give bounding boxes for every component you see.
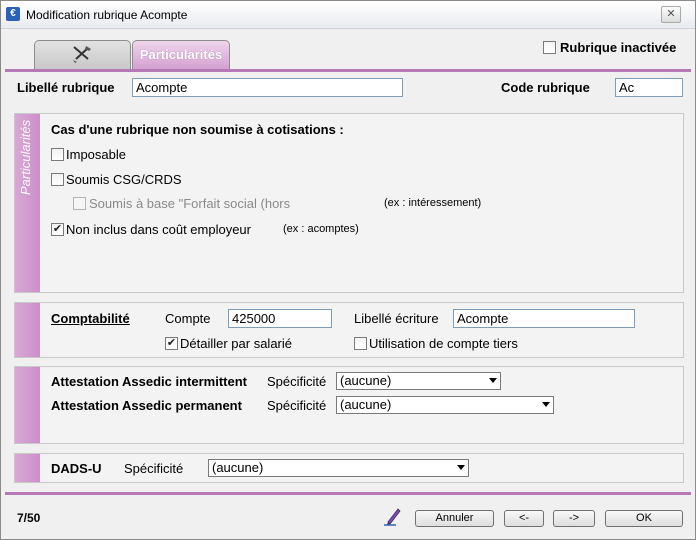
dads-select[interactable]: (aucune): [208, 459, 469, 477]
code-rubrique-input[interactable]: Ac: [615, 78, 683, 97]
libelle-rubrique-label: Libellé rubrique: [17, 80, 115, 95]
rubrique-inactivee-label: Rubrique inactivée: [560, 40, 677, 55]
app-icon: €: [6, 7, 20, 21]
libelle-ecriture-label: Libellé écriture: [354, 311, 439, 326]
assedic-intermittent-value: (aucune): [340, 373, 392, 388]
compte-tiers-checkbox[interactable]: [354, 337, 367, 350]
non-inclus-cout-note: (ex : acomptes): [283, 223, 359, 235]
dialog-window: € Modification rubrique Acompte ✕ Partic…: [0, 0, 696, 540]
title-bar: € Modification rubrique Acompte ✕: [1, 1, 695, 29]
particularites-side-label: Particularités: [18, 120, 33, 196]
section-stripe: [15, 303, 40, 357]
section-stripe: [15, 367, 40, 443]
forfait-social-checkbox[interactable]: [73, 197, 86, 210]
comptabilite-title[interactable]: Comptabilité: [51, 311, 130, 326]
chevron-down-icon: [542, 402, 550, 407]
assedic-intermittent-specificite-label: Spécificité: [267, 374, 327, 389]
dads-specificite-label: Spécificité: [124, 461, 184, 476]
section-stripe: Particularités: [15, 114, 40, 292]
window-title: Modification rubrique Acompte: [26, 8, 188, 22]
assedic-intermittent-select[interactable]: (aucune): [336, 372, 501, 390]
assedic-permanent-select[interactable]: (aucune): [336, 396, 554, 414]
forfait-social-note: (ex : intéressement): [384, 197, 482, 209]
dads-label: DADS-U: [51, 461, 102, 476]
assedic-permanent-label: Attestation Assedic permanent: [51, 398, 242, 413]
assedic-permanent-specificite-label: Spécificité: [267, 398, 327, 413]
particularites-heading: Cas d'une rubrique non soumise à cotisat…: [51, 122, 344, 137]
footer-separator: [5, 492, 691, 495]
section-stripe: [15, 454, 40, 482]
detailler-checkbox[interactable]: ✔: [165, 337, 178, 350]
compte-tiers-label: Utilisation de compte tiers: [369, 336, 518, 351]
compte-label: Compte: [165, 311, 211, 326]
assedic-permanent-value: (aucune): [340, 397, 392, 412]
tools-icon: [73, 46, 91, 63]
compte-input[interactable]: 425000: [228, 309, 332, 328]
imposable-label: Imposable: [66, 147, 126, 162]
assedic-intermittent-label: Attestation Assedic intermittent: [51, 374, 247, 389]
annuler-button[interactable]: Annuler: [415, 510, 494, 527]
libelle-rubrique-input[interactable]: Acompte: [132, 78, 403, 97]
record-counter: 7/50: [17, 511, 41, 525]
ok-button[interactable]: OK: [605, 510, 683, 527]
tab-tools[interactable]: [34, 40, 131, 69]
chevron-down-icon: [457, 465, 465, 470]
rubrique-inactivee-checkbox[interactable]: [543, 41, 556, 54]
non-inclus-cout-label: Non inclus dans coût employeur: [66, 222, 251, 237]
code-rubrique-label: Code rubrique: [501, 80, 590, 95]
csg-crds-label: Soumis CSG/CRDS: [66, 172, 182, 187]
pen-icon[interactable]: [384, 506, 402, 526]
libelle-ecriture-input[interactable]: Acompte: [453, 309, 635, 328]
dads-value: (aucune): [212, 460, 264, 475]
next-button[interactable]: ->: [553, 510, 595, 527]
chevron-down-icon: [489, 378, 497, 383]
tab-particularites[interactable]: Particularités: [132, 40, 230, 70]
tab-underline: [5, 69, 691, 72]
previous-button[interactable]: <-: [504, 510, 544, 527]
forfait-social-label: Soumis à base "Forfait social (hors: [89, 196, 291, 211]
imposable-checkbox[interactable]: [51, 148, 64, 161]
csg-crds-checkbox[interactable]: [51, 173, 64, 186]
non-inclus-cout-checkbox[interactable]: ✔: [51, 223, 64, 236]
close-button[interactable]: ✕: [661, 6, 681, 23]
detailler-label: Détailler par salarié: [180, 336, 292, 351]
